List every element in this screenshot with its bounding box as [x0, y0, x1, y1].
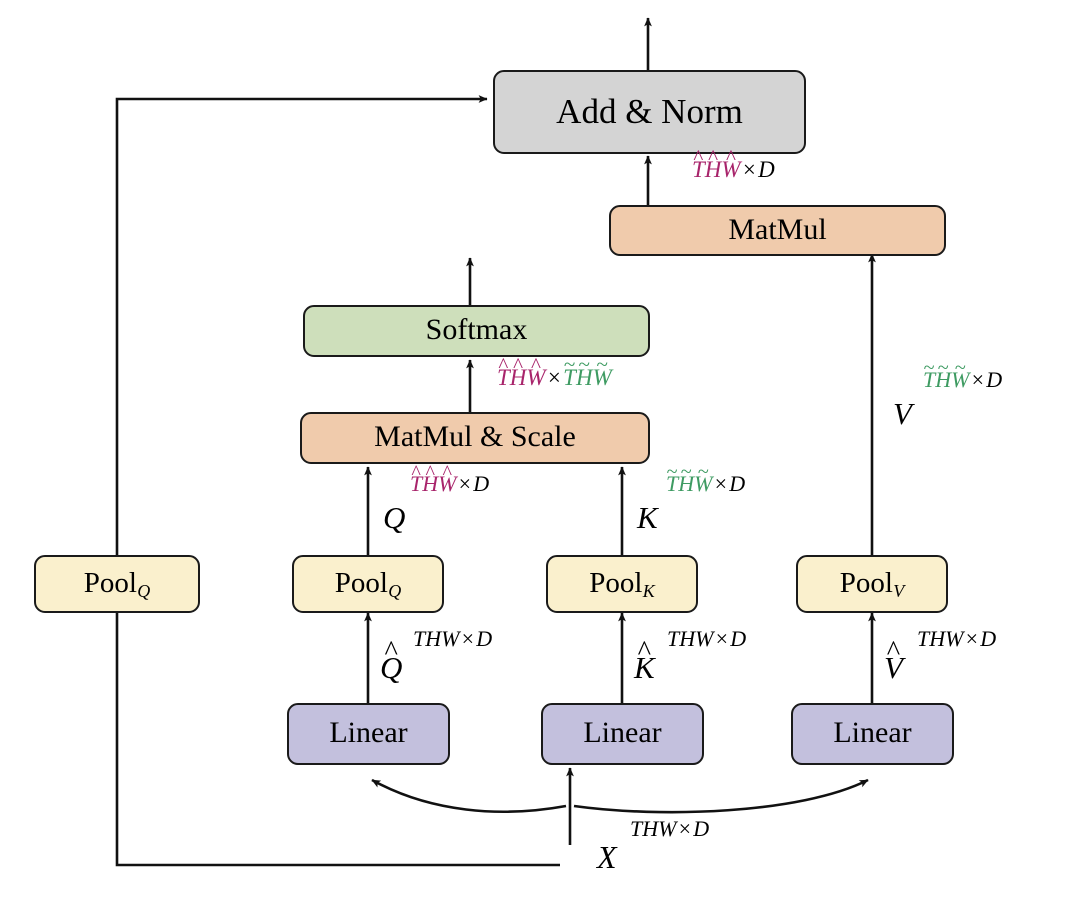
v-symbol: V [893, 396, 912, 431]
label-x-tensor: X [597, 841, 617, 873]
x-symbol: X [597, 839, 617, 875]
pool-q-residual-label: Pool [83, 566, 137, 599]
label-softmax-input-dims: T ^ H ^ W ^ ×T ~ H ~ W ~ [497, 352, 612, 390]
label-vhat-tensor: V ^ [884, 635, 903, 685]
node-pool-q[interactable]: PoolQ [292, 555, 444, 613]
softmax-label: Softmax [425, 313, 528, 346]
node-linear-q[interactable]: Linear [287, 703, 450, 765]
linear-v-label: Linear [833, 716, 912, 749]
node-matmul[interactable]: MatMul [609, 205, 946, 256]
node-linear-v[interactable]: Linear [791, 703, 954, 765]
node-pool-k[interactable]: PoolK [546, 555, 698, 613]
label-x-dims: THW×D [630, 816, 710, 841]
diagram-canvas: Add & Norm MatMul Softmax MatMul & Scale… [0, 0, 1080, 898]
node-pool-q-residual[interactable]: PoolQ [34, 555, 200, 613]
linear-q-label: Linear [329, 716, 408, 749]
k-symbol: K [637, 500, 658, 535]
linear-k-label: Linear [583, 716, 662, 749]
pool-q-residual-subscript: Q [137, 580, 151, 601]
node-softmax[interactable]: Softmax [303, 305, 650, 357]
label-qhat-dims: THW×D [413, 626, 493, 651]
add-norm-label: Add & Norm [556, 91, 743, 131]
label-khat-tensor: K ^ [634, 635, 655, 685]
label-qhat-tensor: Q ^ [380, 635, 403, 685]
pool-v-label: Pool [839, 566, 893, 599]
pool-k-subscript: K [642, 580, 655, 601]
q-symbol: Q [383, 500, 406, 535]
matmul-scale-label: MatMul & Scale [374, 420, 576, 453]
pool-v-subscript: V [893, 580, 905, 601]
label-v-dims: T ~ H ~ W ~ ×D [923, 356, 1003, 392]
pool-k-label: Pool [589, 566, 643, 599]
label-addnorm-input-dims: T ^ H ^ W ^ ×D [692, 145, 775, 182]
edge-x-fanout-right [573, 778, 869, 814]
label-k-dims: T ~ H ~ W ~ ×D [666, 460, 746, 496]
node-linear-k[interactable]: Linear [541, 703, 704, 765]
label-q-tensor: Q [383, 502, 405, 533]
matmul-label: MatMul [728, 212, 827, 246]
label-q-dims: T ^ H ^ W ^ ×D [410, 461, 490, 496]
node-add-norm[interactable]: Add & Norm [493, 70, 806, 154]
pool-q-subscript: Q [388, 580, 402, 601]
pool-q-label: Pool [334, 566, 388, 599]
node-pool-v[interactable]: PoolV [796, 555, 948, 613]
label-k-tensor: K [637, 502, 658, 533]
label-v-tensor: V [893, 398, 912, 429]
label-khat-dims: THW×D [667, 626, 747, 651]
edge-x-fanout-left [371, 778, 567, 814]
label-vhat-dims: THW×D [917, 626, 997, 651]
node-matmul-scale[interactable]: MatMul & Scale [300, 412, 650, 464]
